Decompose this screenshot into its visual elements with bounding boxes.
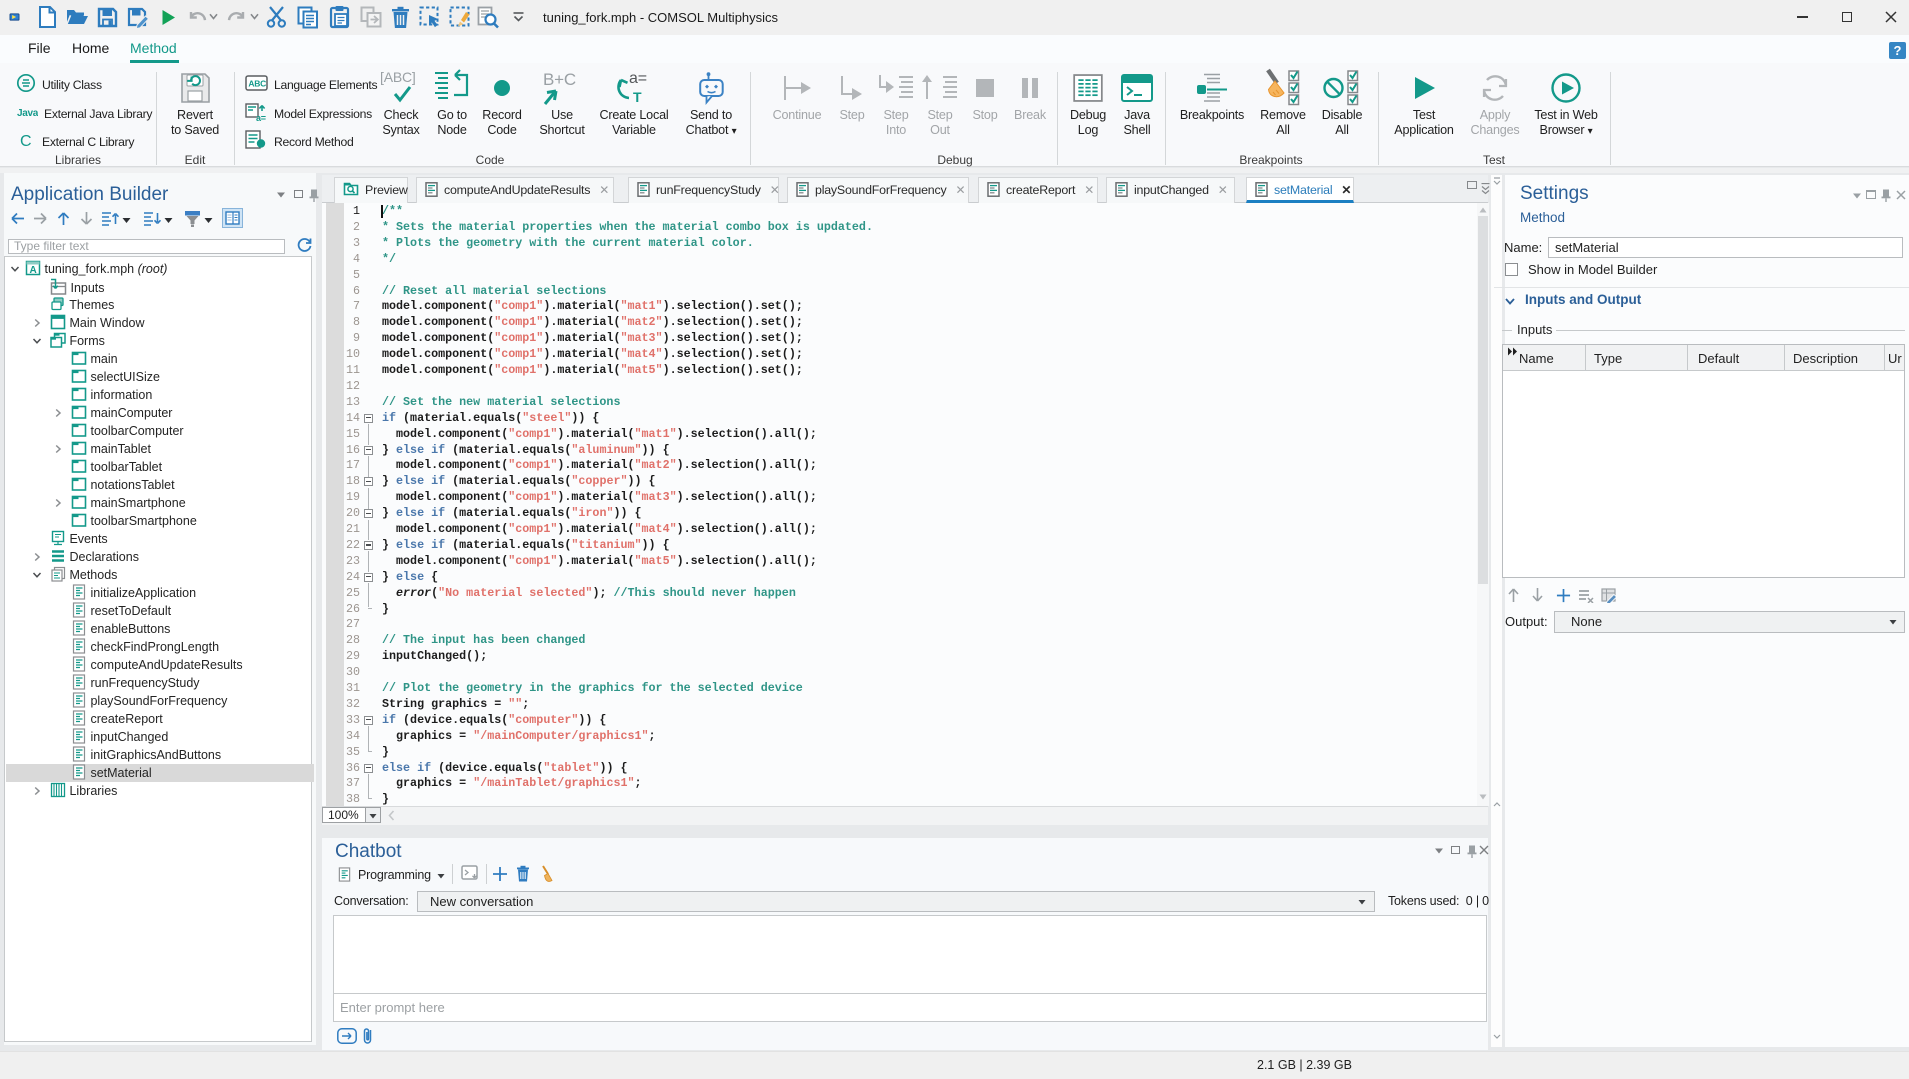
svg-text:Java: Java [17, 108, 38, 119]
svg-text:B+C: B+C [543, 70, 576, 89]
svg-text:[ABC]: [ABC] [380, 69, 416, 85]
svg-text:C: C [20, 133, 31, 150]
svg-text:a=: a= [629, 70, 647, 87]
svg-text:T: T [633, 89, 642, 105]
svg-text:ABC: ABC [248, 79, 266, 89]
svg-text:A: A [30, 265, 37, 276]
svg-text:a=: a= [256, 113, 266, 122]
